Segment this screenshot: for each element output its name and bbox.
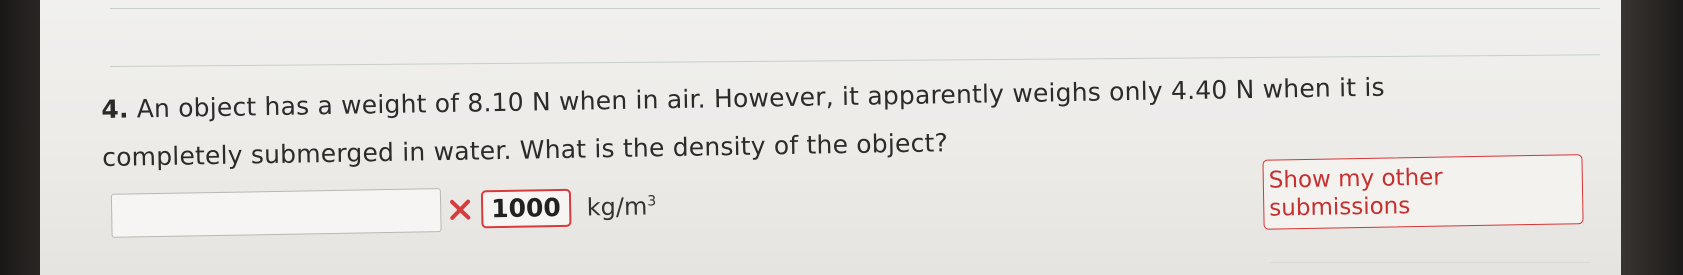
screen-bezel-right (1621, 0, 1683, 275)
incorrect-x-icon (450, 199, 471, 220)
screen-bezel-left (0, 0, 40, 275)
unit-label: kg/m3 (587, 192, 657, 221)
question-card: 4. An object has a weight of 8.10 N when … (100, 4, 1584, 270)
answer-row: 1000 kg/m3 (110, 182, 657, 240)
browser-viewport: 4. An object has a weight of 8.10 N when … (40, 0, 1621, 275)
answer-input[interactable] (110, 188, 442, 238)
unit-exponent: 3 (647, 193, 657, 210)
show-other-submissions-button[interactable]: Show my other submissions (1262, 154, 1584, 230)
question-number: 4. (101, 94, 129, 124)
unit-base: kg/m (586, 192, 648, 222)
question-text: An object has a weight of 8.10 N when in… (101, 72, 1385, 172)
bottom-divider (1270, 262, 1590, 263)
submitted-answer-value: 1000 (480, 188, 572, 229)
